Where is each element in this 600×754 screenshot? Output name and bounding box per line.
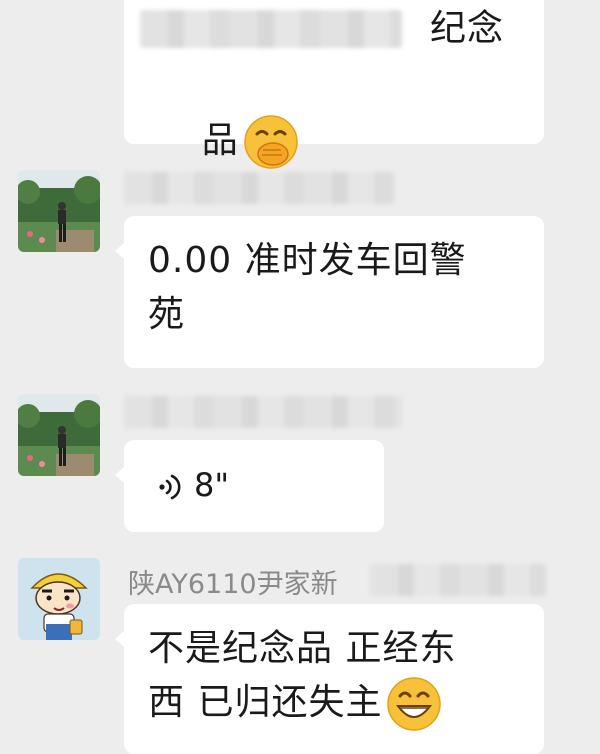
sender-name-redacted	[124, 396, 402, 428]
voice-duration: 8"	[194, 466, 230, 504]
hand-over-mouth-emoji	[244, 115, 298, 169]
grinning-emoji	[387, 677, 442, 731]
avatar-cartoon-boy[interactable]	[18, 558, 100, 640]
avatar-garden-photo[interactable]	[18, 394, 100, 476]
voice-wave-icon	[159, 474, 181, 500]
sender-name: 陕AY6110尹家新	[128, 569, 338, 600]
sender-name-redacted	[124, 172, 394, 204]
avatar-garden-photo[interactable]	[18, 170, 100, 252]
message-text-2: 0.00 准时发车回警 苑	[148, 240, 467, 335]
message-bubble-2[interactable]: 0.00 准时发车回警 苑	[115, 216, 544, 368]
message-bubble-1[interactable]: 纪念 品	[124, 0, 544, 169]
message-text-4: 不是纪念品 正经东 西 已归还失主	[148, 622, 456, 732]
sender-name-redacted	[370, 564, 546, 596]
message-bubble-4[interactable]: 不是纪念品 正经东 西 已归还失主	[115, 604, 544, 754]
voice-message-bubble[interactable]: 8"	[115, 440, 384, 532]
redacted-text	[140, 10, 402, 48]
message-text-1a: 纪念	[430, 8, 505, 49]
